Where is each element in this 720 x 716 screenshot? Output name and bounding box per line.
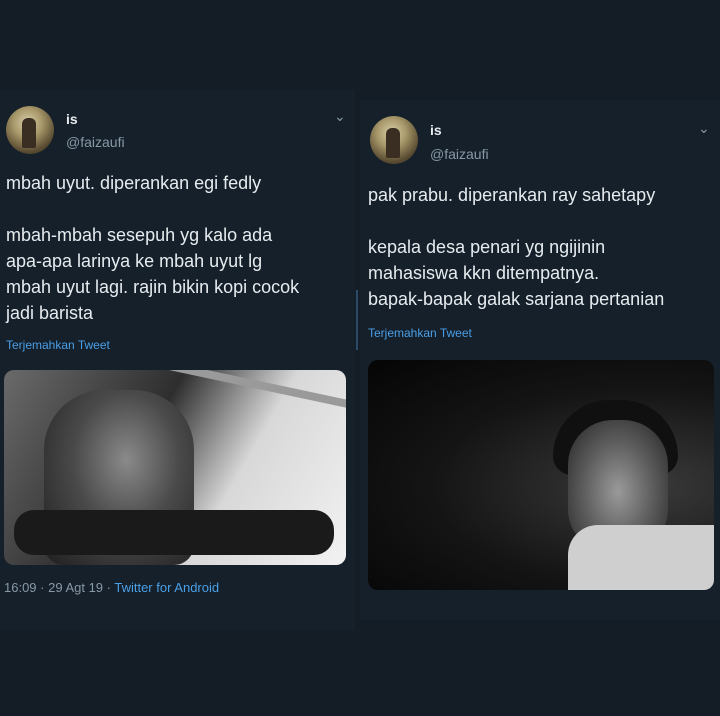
display-name[interactable]: is (66, 111, 78, 127)
display-name[interactable]: is (430, 122, 442, 138)
user-handle[interactable]: @faizaufi (430, 146, 489, 162)
chevron-down-icon[interactable]: ⌄ (334, 108, 346, 125)
avatar[interactable] (6, 106, 54, 154)
translate-tweet-link[interactable]: Terjemahkan Tweet (6, 338, 110, 352)
tweet-source-link[interactable]: Twitter for Android (114, 580, 219, 595)
tweet-photo[interactable] (368, 360, 714, 590)
tweet-meta: 16:09 · 29 Agt 19 · Twitter for Android (4, 580, 219, 595)
avatar[interactable] (370, 116, 418, 164)
thread-divider (356, 290, 358, 350)
user-handle[interactable]: @faizaufi (66, 134, 125, 150)
tweet-timestamp[interactable]: 16:09 · 29 Agt 19 · (4, 580, 114, 595)
translate-tweet-link[interactable]: Terjemahkan Tweet (368, 326, 472, 340)
chevron-down-icon[interactable]: ⌄ (698, 120, 710, 137)
tweet-photo[interactable] (4, 370, 346, 565)
tweet-text: mbah uyut. diperankan egi fedly mbah-mba… (6, 173, 300, 323)
tweet-text: pak prabu. diperankan ray sahetapy kepal… (368, 185, 665, 309)
